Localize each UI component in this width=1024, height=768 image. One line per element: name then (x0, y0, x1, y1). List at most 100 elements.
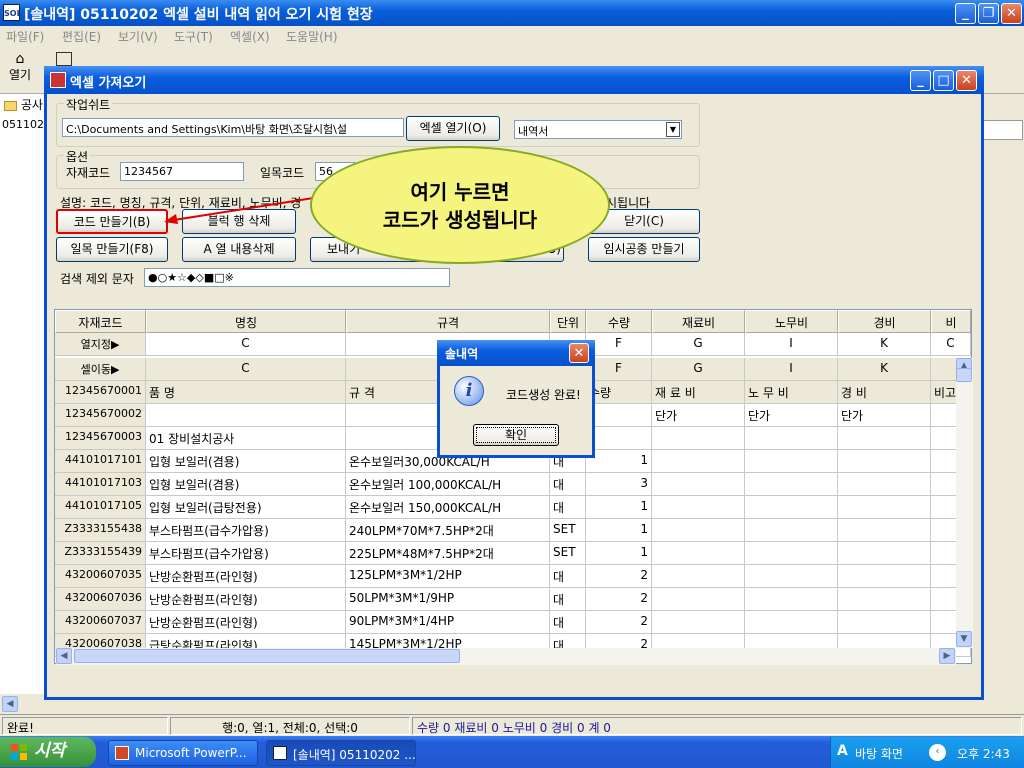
scroll-left-icon[interactable]: ◀ (56, 648, 72, 664)
cell-move-cell[interactable]: F (586, 358, 652, 381)
column-spec-cell[interactable]: K (838, 333, 931, 356)
ok-button[interactable]: 확인 (473, 424, 559, 446)
menu-view[interactable]: 보기(V) (118, 28, 158, 45)
grid-cell-lab[interactable]: 단가 (745, 404, 838, 427)
vscroll-thumb[interactable] (956, 368, 972, 382)
grid-cell-mat[interactable]: 단가 (652, 404, 745, 427)
task-powerpoint[interactable]: Microsoft PowerP... (108, 740, 258, 766)
grid-cell-mat[interactable] (652, 473, 745, 496)
grid-cell-exp[interactable] (838, 473, 931, 496)
grid-cell-name[interactable]: 부스타펌프(급수가압용) (146, 542, 346, 565)
grid-cell-qty[interactable] (586, 427, 652, 450)
grid-cell-exp[interactable] (838, 450, 931, 473)
grid-cell-spec[interactable]: 240LPM*70M*7.5HP*2대 (346, 519, 550, 542)
grid-cell-mat[interactable] (652, 519, 745, 542)
grid-cell-spec[interactable]: 125LPM*3M*1/2HP (346, 565, 550, 588)
left-hscroll[interactable]: ◀ (0, 694, 48, 714)
cell-move-cell[interactable]: I (745, 358, 838, 381)
scroll-left-icon[interactable]: ◀ (2, 696, 18, 712)
column-header[interactable]: 명칭 (146, 310, 346, 333)
grid-cell-spec[interactable]: 온수보일러 150,000KCAL/H (346, 496, 550, 519)
grid-cell-code[interactable]: 43200607036 (55, 588, 146, 611)
grid-cell-lab[interactable] (745, 450, 838, 473)
scroll-right-icon[interactable]: ▶ (939, 648, 955, 664)
grid-cell-lab[interactable]: 노 무 비 (745, 381, 838, 404)
grid-cell-code[interactable]: 44101017105 (55, 496, 146, 519)
column-header[interactable]: 비 (931, 310, 971, 333)
grid-cell-lab[interactable] (745, 496, 838, 519)
column-header[interactable]: 재료비 (652, 310, 745, 333)
chevron-down-icon[interactable]: ▼ (666, 122, 680, 137)
grid-cell-name[interactable]: 난방순환펌프(라인형) (146, 565, 346, 588)
grid-cell-lab[interactable] (745, 473, 838, 496)
left-tree-panel[interactable]: 공사 0511020 (0, 94, 48, 694)
grid-cell-qty[interactable]: 2 (586, 611, 652, 634)
grid-cell-unit[interactable]: 대 (550, 611, 586, 634)
grid-cell-qty[interactable]: 수량 (586, 381, 652, 404)
tree-item[interactable]: 0511020 (2, 118, 46, 131)
minimize-button[interactable]: _ (955, 3, 976, 24)
grid-cell-qty[interactable] (586, 404, 652, 427)
close-button[interactable]: ✕ (1001, 3, 1022, 24)
grid-cell-lab[interactable] (745, 565, 838, 588)
message-box-close-button[interactable]: ✕ (569, 343, 589, 363)
tray-expand-icon[interactable]: ‹ (929, 744, 946, 761)
grid-cell-name[interactable]: 난방순환펌프(라인형) (146, 611, 346, 634)
grid-cell-name[interactable]: 입형 보일러(급탕전용) (146, 496, 346, 519)
cell-move-cell[interactable]: C (146, 358, 346, 381)
grid-cell-lab[interactable] (745, 427, 838, 450)
grid-cell-code[interactable]: Z3333155439 (55, 542, 146, 565)
grid-cell-lab[interactable] (745, 588, 838, 611)
grid-cell-exp[interactable] (838, 427, 931, 450)
grid-cell-spec[interactable]: 90LPM*3M*1/4HP (346, 611, 550, 634)
excel-path-field[interactable]: C:\Documents and Settings\Kim\바탕 화면\조달시험… (62, 118, 404, 137)
column-spec-label[interactable]: 열지정▶ (55, 333, 146, 356)
table-row[interactable]: 43200607036 난방순환펌프(라인형) 50LPM*3M*1/9HP 대 2 (55, 588, 971, 611)
dialog-maximize-button[interactable]: □ (933, 70, 954, 91)
grid-cell-mat[interactable]: 재 료 비 (652, 381, 745, 404)
grid-cell-qty[interactable]: 1 (586, 519, 652, 542)
material-code-input[interactable]: 1234567 (120, 162, 244, 181)
table-row[interactable]: 44101017105 입형 보일러(급탕전용) 온수보일러 150,000KCAL… (55, 496, 971, 519)
dialog-close-button[interactable]: ✕ (956, 70, 977, 91)
grid-cell-lab[interactable] (745, 542, 838, 565)
grid-cell-spec[interactable]: 50LPM*3M*1/9HP (346, 588, 550, 611)
column-spec-cell[interactable]: I (745, 333, 838, 356)
grid-cell-exp[interactable]: 단가 (838, 404, 931, 427)
grid-cell-exp[interactable] (838, 588, 931, 611)
menu-edit[interactable]: 편집(E) (62, 28, 101, 45)
hscroll-thumb[interactable] (74, 649, 460, 663)
desktop-toolbar-label[interactable]: 바탕 화면 (855, 745, 903, 762)
grid-cell-unit[interactable]: 대 (550, 588, 586, 611)
cell-move-cell[interactable]: G (652, 358, 745, 381)
message-box-titlebar[interactable]: 솔내역 ✕ (437, 340, 595, 366)
column-spec-cell[interactable]: G (652, 333, 745, 356)
column-header[interactable]: 수량 (586, 310, 652, 333)
grid-cell-mat[interactable] (652, 496, 745, 519)
grid-cell-exp[interactable] (838, 611, 931, 634)
dialog-minimize-button[interactable]: _ (910, 70, 931, 91)
grid-cell-mat[interactable] (652, 542, 745, 565)
grid-cell-code[interactable]: 43200607037 (55, 611, 146, 634)
grid-cell-mat[interactable] (652, 450, 745, 473)
menu-tools[interactable]: 도구(T) (174, 28, 213, 45)
grid-cell-name[interactable]: 부스타펌프(급수가압용) (146, 519, 346, 542)
excel-import-titlebar[interactable]: 엑셀 가져오기 _ □ ✕ (44, 66, 984, 94)
grid-cell-code[interactable]: 12345670001 (55, 381, 146, 404)
grid-cell-qty[interactable]: 2 (586, 565, 652, 588)
grid-cell-qty[interactable]: 1 (586, 542, 652, 565)
column-header[interactable]: 경비 (838, 310, 931, 333)
grid-cell-code[interactable]: Z3333155438 (55, 519, 146, 542)
grid-cell-unit[interactable]: SET (550, 542, 586, 565)
grid-cell-name[interactable]: 01 장비설치공사 (146, 427, 346, 450)
table-row[interactable]: 43200607037 난방순환펌프(라인형) 90LPM*3M*1/4HP 대 2 (55, 611, 971, 634)
cell-move-label[interactable]: 셀이동▶ (55, 358, 146, 381)
tree-root[interactable]: 공사 (4, 96, 43, 113)
make-item-button[interactable]: 일목 만들기(F8) (56, 237, 168, 262)
column-spec-cell[interactable]: C (146, 333, 346, 356)
grid-cell-name[interactable]: 입형 보일러(겸용) (146, 473, 346, 496)
grid-horizontal-scrollbar[interactable]: ◀ ▶ (56, 648, 956, 665)
grid-cell-code[interactable]: 44101017101 (55, 450, 146, 473)
table-row[interactable]: 44101017103 입형 보일러(겸용) 온수보일러 100,000KCAL/H… (55, 473, 971, 496)
grid-cell-mat[interactable] (652, 565, 745, 588)
